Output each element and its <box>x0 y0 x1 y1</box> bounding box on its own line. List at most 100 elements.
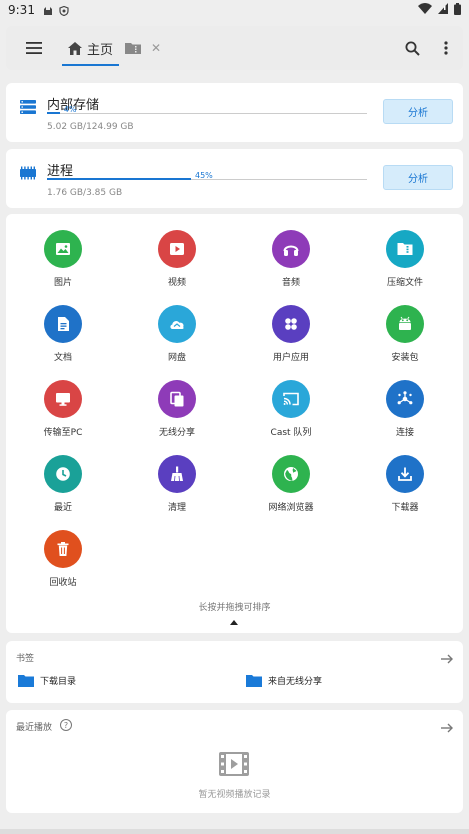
category-label: 传输至PC <box>43 428 83 438</box>
cloud-icon <box>158 305 196 343</box>
home-icon <box>68 41 82 55</box>
category-android[interactable]: 安装包 <box>360 305 450 363</box>
reorder-hint: 长按并拖拽可排序 <box>198 603 271 613</box>
status-bar: 9:31 <box>0 0 469 20</box>
category-label: 安装包 <box>391 353 419 363</box>
analyze-process-button[interactable]: 分析 <box>383 165 453 190</box>
category-label: 清理 <box>167 503 186 513</box>
category-label: 压缩文件 <box>386 278 423 288</box>
broom-icon <box>158 455 196 493</box>
category-label: 音频 <box>281 278 300 288</box>
bookmarks-card: 书签 下载目录 来自无线分享 <box>6 641 463 703</box>
search-button[interactable] <box>395 26 429 70</box>
analyze-storage-button[interactable]: 分析 <box>383 99 453 124</box>
navigation-bar <box>0 829 469 834</box>
category-label: 用户应用 <box>272 353 309 363</box>
tab-close-icon[interactable]: ✕ <box>151 41 161 55</box>
archive-folder-icon <box>125 43 142 54</box>
menu-button[interactable] <box>14 26 54 70</box>
recent-playback-card: 最近播放 ? 暂无视频播放记录 <box>6 710 463 813</box>
bookmarks-arrow-right-icon[interactable] <box>441 649 453 668</box>
collapse-arrow-icon[interactable] <box>230 620 238 625</box>
hamburger-menu-icon <box>26 42 42 54</box>
process-progress: 45% <box>47 171 367 180</box>
category-label: 回收站 <box>49 578 77 588</box>
folder-icon <box>246 675 262 687</box>
memory-chip-icon <box>20 165 36 184</box>
hub-icon <box>386 380 424 418</box>
category-cast[interactable]: Cast 队列 <box>246 380 336 438</box>
category-download[interactable]: 下载器 <box>360 455 450 513</box>
category-label: 网盘 <box>167 353 186 363</box>
recent-arrow-right-icon[interactable] <box>441 718 453 737</box>
category-clock[interactable]: 最近 <box>18 455 108 513</box>
category-globe[interactable]: 网络浏览器 <box>246 455 336 513</box>
status-time: 9:31 <box>8 3 35 17</box>
category-label: 连接 <box>395 428 414 438</box>
recent-empty-text: 暂无视频播放记录 <box>198 790 271 800</box>
archive-icon <box>386 230 424 268</box>
bookmarks-title: 书签 <box>16 654 35 664</box>
category-broom[interactable]: 清理 <box>132 455 222 513</box>
category-label: 视频 <box>167 278 186 288</box>
document-icon <box>44 305 82 343</box>
more-options-button[interactable] <box>429 26 463 70</box>
category-label: 网络浏览器 <box>268 503 314 513</box>
tab-home-label: 主页 <box>87 42 114 58</box>
category-label: Cast 队列 <box>270 428 312 438</box>
video-icon <box>158 230 196 268</box>
category-apps[interactable]: 用户应用 <box>246 305 336 363</box>
category-document[interactable]: 文档 <box>18 305 108 363</box>
category-archive[interactable]: 压缩文件 <box>360 230 450 288</box>
search-icon <box>405 41 420 56</box>
help-icon[interactable]: ? <box>60 719 72 731</box>
category-copy[interactable]: 无线分享 <box>132 380 222 438</box>
image-icon <box>44 230 82 268</box>
category-headphones[interactable]: 音频 <box>246 230 336 288</box>
process-card[interactable]: 进程 45% 1.76 GB/3.85 GB 分析 <box>6 149 463 208</box>
no-sim-icon <box>438 3 448 17</box>
headphones-icon <box>272 230 310 268</box>
cast-icon <box>272 380 310 418</box>
category-cloud[interactable]: 网盘 <box>132 305 222 363</box>
process-progress-fill <box>47 178 191 180</box>
internal-storage-detail: 5.02 GB/124.99 GB <box>47 122 134 132</box>
category-label: 下载器 <box>391 503 419 513</box>
monitor-icon <box>44 380 82 418</box>
category-trash[interactable]: 回收站 <box>18 530 108 588</box>
apps-icon <box>272 305 310 343</box>
internal-storage-progress-fill <box>47 112 60 114</box>
category-video[interactable]: 视频 <box>132 230 222 288</box>
process-detail: 1.76 GB/3.85 GB <box>47 188 123 198</box>
film-strip-icon <box>219 752 249 780</box>
globe-icon <box>272 455 310 493</box>
folder-icon <box>18 675 34 687</box>
category-monitor[interactable]: 传输至PC <box>18 380 108 438</box>
bookmark-label: 来自无线分享 <box>268 677 323 687</box>
internal-storage-percent: 4% <box>63 105 77 114</box>
clock-icon <box>44 455 82 493</box>
category-grid: 图片 视频 音频 压缩文件文档 网盘 用户应用 安装包传输至PC 无线分享 Cast 队列 连接最… <box>6 214 463 633</box>
download-icon <box>386 455 424 493</box>
trash-icon <box>44 530 82 568</box>
category-label: 文档 <box>53 353 72 363</box>
more-vertical-icon <box>444 41 448 55</box>
tab-archive-folder[interactable]: ✕ <box>119 26 167 70</box>
process-percent: 45% <box>195 171 213 180</box>
tab-home[interactable]: 主页 <box>62 26 120 70</box>
category-image[interactable]: 图片 <box>18 230 108 288</box>
battery-icon <box>454 2 461 18</box>
category-label: 无线分享 <box>158 428 195 438</box>
category-label: 最近 <box>53 503 72 513</box>
copy-icon <box>158 380 196 418</box>
internal-storage-card[interactable]: 内部存储 4% 5.02 GB/124.99 GB 分析 <box>6 83 463 142</box>
wifi-icon <box>418 3 432 17</box>
process-title: 进程 <box>47 164 74 179</box>
bookmark-item-downloads[interactable]: 下载目录 <box>18 674 76 687</box>
recent-playback-title: 最近播放 <box>16 723 53 733</box>
top-toolbar: 主页 ✕ <box>6 26 463 70</box>
internal-storage-progress: 4% <box>47 105 367 114</box>
bookmark-item-wireless-share[interactable]: 来自无线分享 <box>246 674 322 687</box>
storage-icon <box>20 99 36 118</box>
category-hub[interactable]: 连接 <box>360 380 450 438</box>
